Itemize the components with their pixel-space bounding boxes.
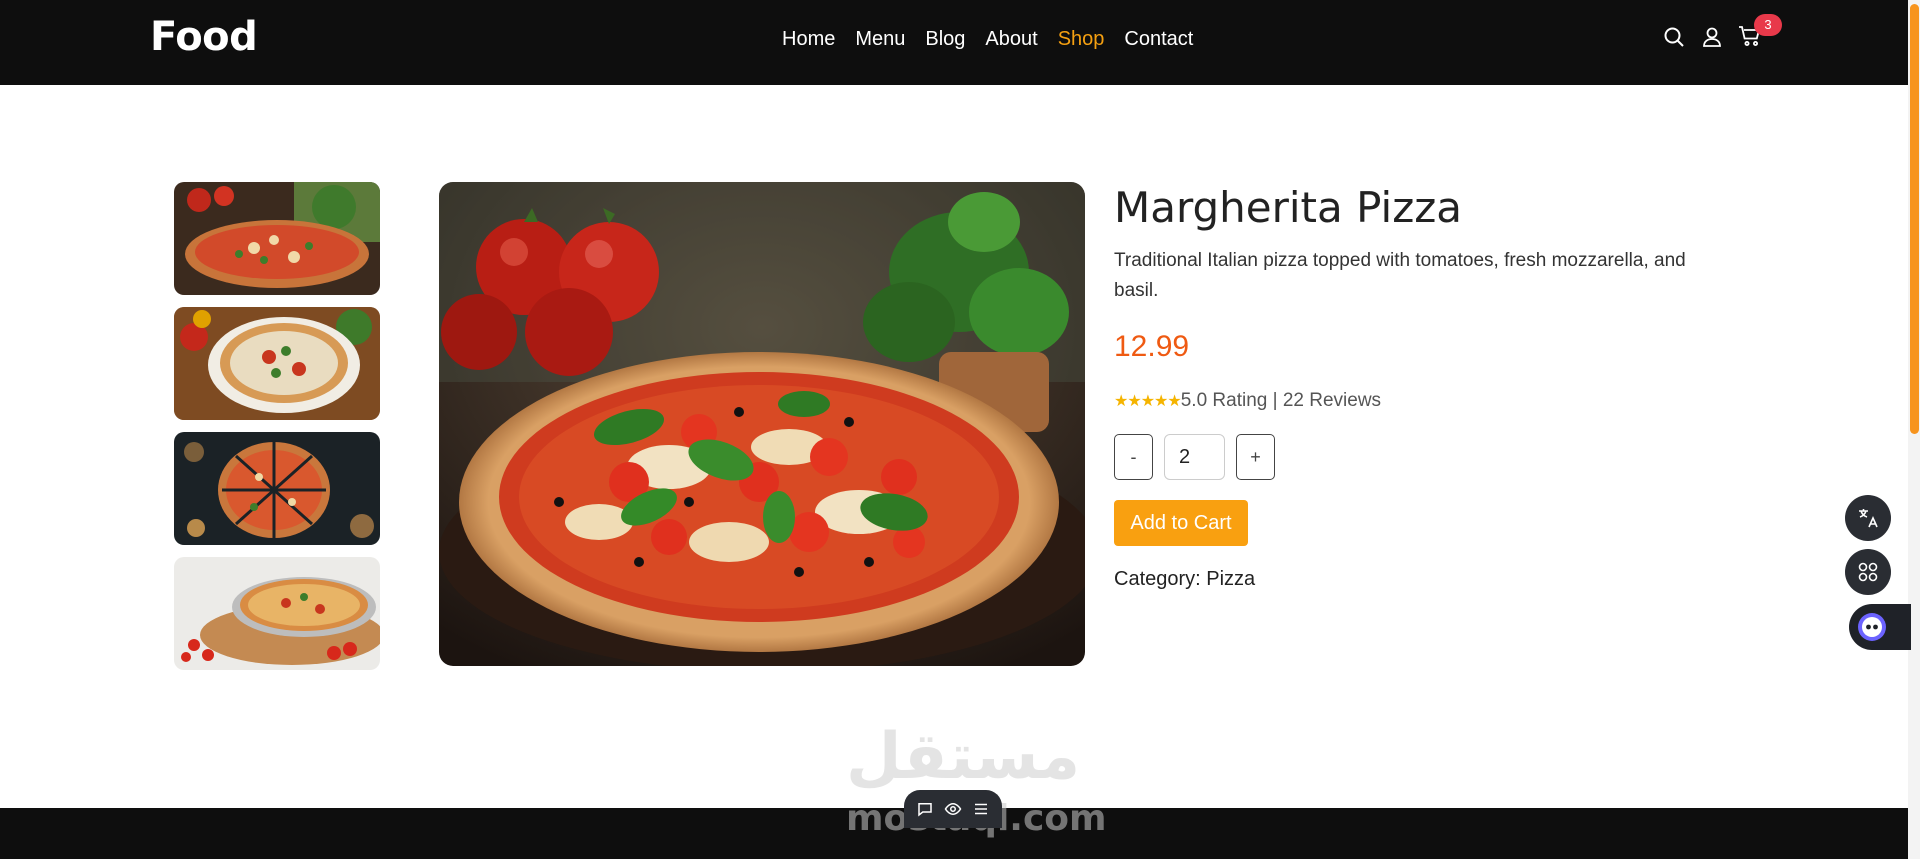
thumbnail-3[interactable] [174,432,380,545]
translate-button[interactable] [1845,495,1891,541]
main-product-image[interactable] [439,182,1085,666]
translate-icon [1859,509,1878,528]
site-header: Food Home Menu Blog About Shop Contact 3 [0,0,1908,85]
rating-stars: ★★★★★ [1114,393,1182,410]
chat-icon[interactable] [916,800,934,818]
quantity-decrease-button[interactable]: - [1114,434,1153,480]
product-description: Traditional Italian pizza topped with to… [1114,250,1686,301]
add-to-cart-button[interactable]: Add to Cart [1114,500,1248,546]
cart-count-badge: 3 [1754,14,1782,36]
product-title: Margherita Pizza [1114,183,1463,232]
menu-icon[interactable] [972,800,990,818]
apps-button[interactable] [1845,549,1891,595]
product-price: 12.99 [1114,330,1190,363]
search-icon[interactable] [1662,25,1686,49]
thumbnail-1[interactable] [174,182,380,295]
site-logo[interactable]: Food [150,14,258,60]
product-info: Margherita Pizza Traditional Italian piz… [1114,182,1734,591]
header-actions: 3 [1662,14,1782,50]
page: Food Home Menu Blog About Shop Contact 3 [0,0,1920,859]
category-label: Category: [1114,568,1207,590]
bottom-toolbar [904,790,1002,828]
nav-menu[interactable]: Menu [855,28,905,51]
user-icon[interactable] [1700,25,1724,49]
scrollbar-thumb[interactable] [1910,4,1919,434]
quantity-input[interactable]: 2 [1164,434,1225,480]
nav-home[interactable]: Home [782,28,835,51]
product-category: Category: Pizza [1114,568,1734,591]
apps-icon [1858,562,1878,582]
nav-about[interactable]: About [985,28,1037,51]
quantity-increase-button[interactable]: + [1236,434,1275,480]
quantity-stepper: - 2 + [1114,434,1734,480]
cart-button[interactable]: 3 [1738,14,1782,50]
product-rating: ★★★★★ 5.0 Rating | 22 Reviews [1114,390,1734,412]
assistant-button[interactable] [1849,604,1911,650]
main-nav: Home Menu Blog About Shop Contact [782,28,1193,51]
nav-contact[interactable]: Contact [1124,28,1193,51]
watermark-arabic: مستقل [846,720,1081,794]
nav-shop[interactable]: Shop [1058,28,1105,51]
eye-icon[interactable] [944,800,962,818]
thumbnail-2[interactable] [174,307,380,420]
thumbnail-gallery [174,182,380,682]
nav-blog[interactable]: Blog [925,28,965,51]
thumbnail-4[interactable] [174,557,380,670]
assistant-icon [1858,613,1886,641]
rating-text: 5.0 Rating | 22 Reviews [1180,390,1382,411]
category-value[interactable]: Pizza [1206,568,1255,590]
